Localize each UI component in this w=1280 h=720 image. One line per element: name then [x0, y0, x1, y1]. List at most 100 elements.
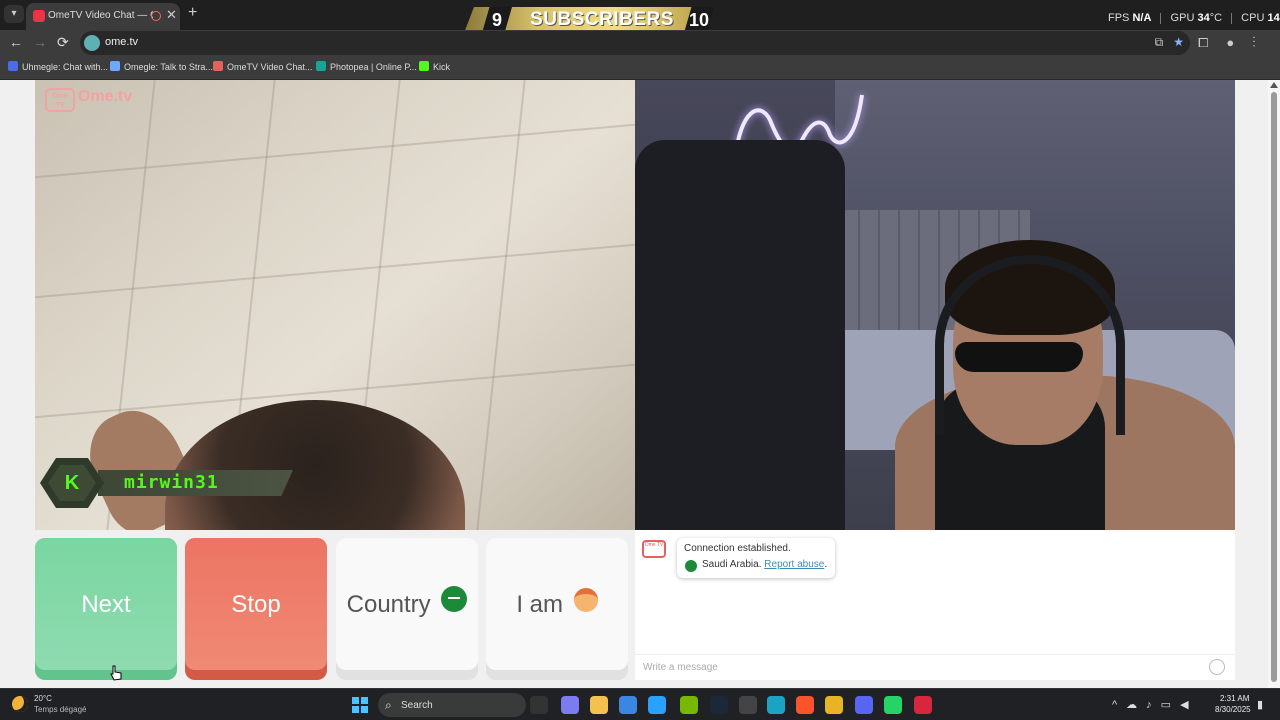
bookmark-omegle[interactable]: Omegle: Talk to Stra... [110, 61, 213, 72]
clock-time[interactable]: 2:31 AM [1220, 694, 1249, 703]
bookmark-label: Photopea | Online P... [330, 62, 417, 72]
microphone-icon[interactable]: ♪ [1146, 699, 1161, 711]
cast-icon[interactable]: ⧉ [1155, 35, 1164, 49]
sunglasses [955, 342, 1083, 372]
tab-search-chevron-icon[interactable]: ▾ [4, 5, 24, 23]
system-message: Connection established. Saudi Arabia. Re… [677, 538, 835, 578]
message-input[interactable]: Write a message [635, 654, 1235, 680]
page-scrollbar[interactable] [1268, 80, 1280, 688]
ometv-tv-icon: Ome TV [45, 88, 75, 112]
files-app-icon[interactable] [590, 696, 608, 714]
discord-app-icon[interactable] [855, 696, 873, 714]
bookmark-label: Omegle: Talk to Stra... [124, 62, 213, 72]
back-button[interactable]: ← [9, 34, 23, 50]
gpu-unit: °C [1209, 12, 1223, 24]
toolbar-right-icons: ⧠●⋮ [1198, 35, 1274, 51]
bookmark-photopea[interactable]: Photopea | Online P... [316, 61, 417, 72]
bookmark-label: OmeTV Video Chat... [227, 62, 313, 72]
gender-select-button[interactable]: I am [486, 538, 628, 680]
kick-username-overlay: K mirwin31 [40, 458, 295, 508]
gaming-chair [635, 140, 845, 530]
search-icon: ⌕ [385, 698, 392, 712]
country-name: Saudi Arabia. [702, 559, 762, 570]
divider [1160, 12, 1162, 24]
notification-bell-icon[interactable]: ▮ [1257, 698, 1263, 711]
browser-tab[interactable]: OmeTV Video Chat — Ome... ✕ [26, 3, 180, 30]
bookmark-uhmegle[interactable]: Uhmegle: Chat with... [8, 61, 108, 72]
report-abuse-link[interactable]: Report abuse [764, 559, 824, 570]
obs-app-icon[interactable] [739, 696, 757, 714]
calculator-app-icon[interactable] [648, 696, 666, 714]
edge-app-icon[interactable] [767, 696, 785, 714]
onedrive-icon[interactable]: ☁ [1126, 699, 1146, 711]
extensions-icon[interactable]: ⧠ [1198, 35, 1226, 50]
emoji-icon[interactable] [1209, 659, 1225, 675]
gpu-value: 34 [1197, 12, 1210, 24]
forward-button[interactable]: → [33, 34, 47, 50]
omegle-icon [110, 61, 120, 71]
fps-value: N/A [1132, 12, 1152, 24]
next-label: Next [81, 591, 131, 618]
explorer-app-icon[interactable] [530, 696, 548, 714]
wall-tile-line [35, 243, 635, 299]
connection-status: Connection established. [684, 543, 791, 554]
fps-label: FPS [1108, 12, 1130, 24]
country-filter-button[interactable]: Country [336, 538, 478, 680]
capcut-app-icon[interactable] [914, 696, 932, 714]
brave-app-icon[interactable] [796, 696, 814, 714]
clock-date[interactable]: 8/30/2025 [1215, 705, 1251, 714]
nvidia-app-icon[interactable] [680, 696, 698, 714]
photopea-icon [316, 61, 326, 71]
tab-close-button[interactable]: ✕ [166, 7, 177, 23]
stop-button[interactable]: Stop [185, 538, 327, 680]
weather-temperature[interactable]: 20°C [34, 694, 52, 703]
scroll-up-arrow-icon[interactable] [1270, 82, 1278, 88]
local-video: Ome TVOme.tv K mirwin31 [35, 80, 635, 530]
moon-weather-icon[interactable] [12, 696, 28, 712]
volume-icon[interactable]: ◀ [1180, 699, 1197, 711]
profile-icon[interactable]: ● [1226, 35, 1252, 50]
gpu-label: GPU [1170, 12, 1195, 24]
cpu-value: 14 [1267, 12, 1280, 24]
recording-indicator-icon [151, 11, 161, 21]
ometv-logo-text: Ome.tv [78, 88, 133, 105]
site-info-icon[interactable] [84, 35, 100, 51]
ometv-icon [213, 61, 223, 71]
network-icon[interactable]: ▭ [1161, 699, 1180, 711]
ometv-logo: Ome TVOme.tv [45, 88, 132, 112]
windows-start-icon[interactable] [352, 697, 368, 713]
menu-icon[interactable]: ⋮ [1252, 35, 1273, 50]
address-bar[interactable]: ome.tv ⧉ ★ [80, 31, 1190, 55]
next-button[interactable]: Next [35, 538, 177, 680]
country-label: Country [346, 591, 431, 618]
store-app-icon[interactable] [619, 696, 637, 714]
wall-tile-line [476, 80, 526, 530]
bookmarks-bar: Uhmegle: Chat with... Omegle: Talk to St… [0, 56, 1280, 80]
scrollbar-thumb[interactable] [1271, 92, 1277, 682]
show-hidden-icons-icon[interactable]: ^ [1112, 699, 1126, 711]
reload-button[interactable]: ⟳ [57, 34, 69, 51]
kick-badge: K [40, 458, 104, 508]
chrome-app-icon[interactable] [825, 696, 843, 714]
whatsapp-app-icon[interactable] [884, 696, 902, 714]
ometv-page: Ome TVOme.tv K mirwin31 Next Stop Countr… [0, 80, 1280, 688]
chat-panel: Ome TV Connection established. Saudi Ara… [635, 530, 1235, 680]
remote-video [635, 80, 1235, 530]
bookmark-label: Uhmegle: Chat with... [22, 62, 109, 72]
url-text[interactable]: ome.tv [105, 36, 138, 48]
ometv-favicon-icon [33, 10, 45, 22]
bookmark-label: Kick [433, 62, 451, 72]
new-tab-button[interactable]: + [188, 4, 197, 22]
search-label: Search [401, 700, 433, 711]
system-tray: ^☁♪▭◀ [1112, 698, 1198, 711]
steam-app-icon[interactable] [710, 696, 728, 714]
bookmark-kick[interactable]: Kick [419, 61, 450, 72]
copilot-app-icon[interactable] [561, 696, 579, 714]
iam-label: I am [516, 591, 563, 618]
bookmark-ometv[interactable]: OmeTV Video Chat... [213, 61, 312, 72]
weather-description[interactable]: Temps dégagé [34, 705, 86, 714]
taskbar-search[interactable]: ⌕ Search [378, 693, 526, 717]
saudi-flag-icon [685, 560, 697, 572]
bookmark-star-icon[interactable]: ★ [1173, 35, 1184, 49]
windows-taskbar: 20°C Temps dégagé ⌕ Search ^☁♪▭◀ 2:31 AM… [0, 688, 1280, 720]
